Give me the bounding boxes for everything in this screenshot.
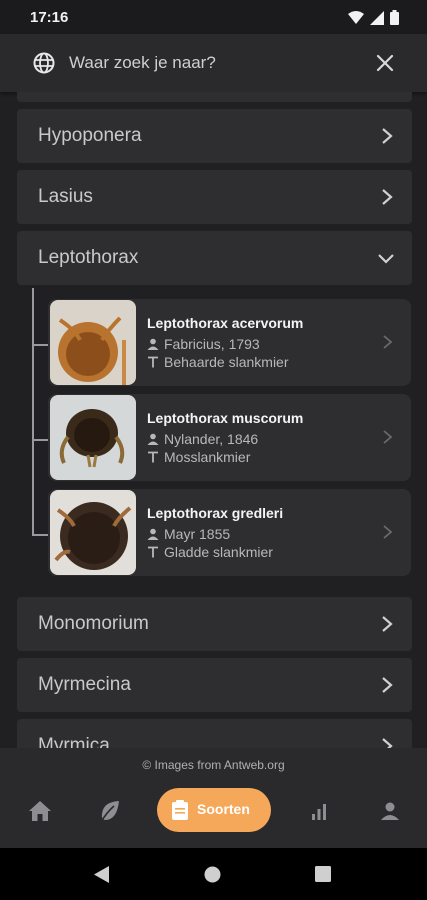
close-icon[interactable] (375, 53, 395, 73)
species-photo (50, 395, 136, 480)
battery-icon (390, 10, 399, 25)
chevron-right-icon (382, 677, 393, 693)
back-icon[interactable] (94, 866, 110, 883)
chevron-right-icon (383, 430, 393, 444)
species-name: Leptothorax muscorum (147, 410, 304, 426)
recents-icon[interactable] (315, 866, 331, 882)
person-icon (147, 433, 159, 445)
species-card[interactable]: Leptothorax muscorum Nylander, 1846 Moss… (48, 394, 411, 481)
species-author-row: Mayr 1855 (147, 526, 230, 542)
genus-item[interactable]: Myrmecina (17, 658, 412, 712)
search-input[interactable]: Waar zoek je naar? (69, 53, 216, 73)
tree-connector (32, 288, 34, 536)
species-common-name: Behaarde slankmier (164, 354, 289, 370)
nav-species-label: Soorten (197, 801, 250, 817)
genus-item[interactable]: Hypoponera (17, 109, 412, 163)
chevron-right-icon (382, 189, 393, 205)
species-common-name: Gladde slankmier (164, 544, 273, 560)
species-author-row: Nylander, 1846 (147, 431, 258, 447)
signal-icon (370, 10, 384, 25)
bar-chart-icon[interactable] (306, 798, 332, 824)
chevron-right-icon (382, 128, 393, 144)
chevron-down-icon (378, 254, 394, 264)
person-icon (147, 528, 159, 540)
wifi-icon (348, 10, 364, 24)
species-common-row: Gladde slankmier (147, 544, 273, 560)
species-common-row: Mosslankmier (147, 449, 250, 465)
bottom-navigation: Soorten (0, 788, 427, 836)
globe-icon (33, 52, 55, 74)
search-bar[interactable]: Waar zoek je naar? (0, 34, 427, 92)
genus-item[interactable]: Myrmica (17, 719, 412, 748)
species-author: Nylander, 1846 (164, 431, 259, 447)
chevron-right-icon (383, 335, 393, 349)
species-author: Mayr 1855 (164, 526, 231, 542)
status-icons (348, 10, 399, 25)
clipboard-icon (172, 800, 188, 820)
status-time: 17:16 (30, 9, 69, 26)
home-icon[interactable] (27, 798, 53, 824)
genus-label: Lasius (38, 186, 93, 207)
system-navigation-bar (0, 848, 427, 900)
genus-label: Leptothorax (38, 247, 139, 268)
chevron-right-icon (383, 525, 393, 539)
genus-label: Hypoponera (38, 125, 142, 146)
text-icon (148, 451, 158, 463)
species-name: Leptothorax acervorum (147, 315, 304, 331)
species-card[interactable]: Leptothorax acervorum Fabricius, 1793 Be… (48, 299, 411, 386)
genus-item-expanded[interactable]: Leptothorax (17, 231, 412, 285)
genus-label: Monomorium (38, 613, 149, 634)
species-name: Leptothorax gredleri (147, 505, 284, 521)
profile-icon[interactable] (377, 798, 403, 824)
genus-list[interactable]: Hypoponera Lasius Leptothorax Leptothora… (0, 92, 427, 748)
genus-item[interactable]: Monomorium (17, 597, 412, 651)
text-icon (148, 356, 158, 368)
genus-item-partial[interactable] (17, 92, 412, 102)
chevron-right-icon (382, 738, 393, 748)
chevron-right-icon (382, 616, 393, 632)
person-icon (147, 338, 159, 350)
genus-label: Myrmecina (38, 674, 131, 695)
leaf-icon[interactable] (97, 798, 123, 824)
status-bar: 17:16 (0, 0, 427, 34)
species-photo (50, 490, 136, 575)
genus-item[interactable]: Lasius (17, 170, 412, 224)
species-author-row: Fabricius, 1793 (147, 336, 260, 352)
nav-species-button[interactable]: Soorten (157, 788, 271, 832)
bottom-bar: © Images from Antweb.org Soorten (0, 748, 427, 848)
species-card[interactable]: Leptothorax gredleri Mayr 1855 Gladde sl… (48, 489, 411, 576)
image-credit: © Images from Antweb.org (142, 758, 285, 772)
genus-label: Myrmica (38, 735, 110, 748)
text-icon (148, 546, 158, 558)
species-photo (50, 300, 136, 385)
species-common-row: Behaarde slankmier (147, 354, 289, 370)
species-common-name: Mosslankmier (164, 449, 251, 465)
species-author: Fabricius, 1793 (164, 336, 260, 352)
home-circle-icon[interactable] (204, 866, 221, 883)
